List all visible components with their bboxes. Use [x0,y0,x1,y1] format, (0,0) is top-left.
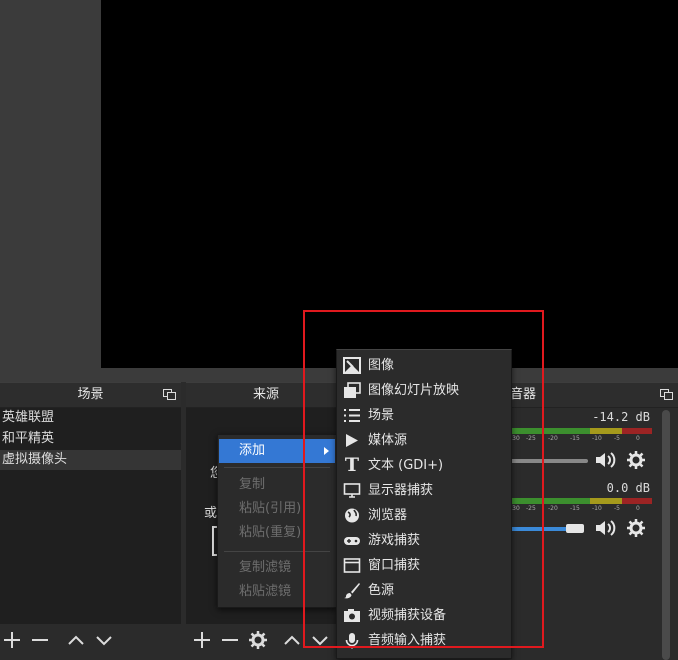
gear-icon[interactable] [626,450,646,470]
sources-hint-text: 或 [204,506,218,521]
remove-source-button[interactable] [220,630,240,650]
chevron-up-icon [68,635,84,645]
move-scene-up-button[interactable] [66,630,86,650]
minus-icon [222,639,238,641]
scene-item[interactable]: 英雄联盟 [0,408,181,428]
scenes-dock-title: 场景 [0,383,181,408]
plus-icon [194,632,210,648]
undock-icon[interactable] [163,389,176,400]
left-panel-background [0,0,101,368]
sources-title-label: 来源 [252,387,279,402]
volume-slider-handle[interactable] [566,524,584,533]
add-source-button[interactable] [192,630,212,650]
track-db-readout: -14.2 dB [592,410,650,424]
speaker-icon[interactable] [594,450,618,470]
gear-icon [249,631,267,649]
plus-icon [4,632,20,648]
minus-icon [32,639,48,641]
annotation-highlight-box [303,310,544,648]
track-db-readout: 0.0 dB [606,481,650,495]
menu-item-label: 添加 [239,443,266,458]
move-source-up-button[interactable] [282,630,302,650]
scene-list[interactable]: 英雄联盟 和平精英 虚拟摄像头 [0,408,181,624]
scenes-dock: 场景 英雄联盟 和平精英 虚拟摄像头 [0,382,181,658]
move-scene-down-button[interactable] [94,630,114,650]
gear-icon[interactable] [626,518,646,538]
chevron-up-icon [284,635,300,645]
scenes-title-label: 场景 [77,387,104,402]
source-properties-button[interactable] [248,630,268,650]
speaker-icon[interactable] [594,518,618,538]
scene-item[interactable]: 和平精英 [0,429,181,449]
scene-item-selected[interactable]: 虚拟摄像头 [0,450,181,470]
add-scene-button[interactable] [2,630,22,650]
remove-scene-button[interactable] [30,630,50,650]
chevron-down-icon [96,636,112,646]
mixer-scrollbar[interactable] [662,410,670,660]
undock-icon[interactable] [660,389,673,400]
dock-splitter-left[interactable] [0,368,101,382]
scenes-toolbar [0,624,181,658]
